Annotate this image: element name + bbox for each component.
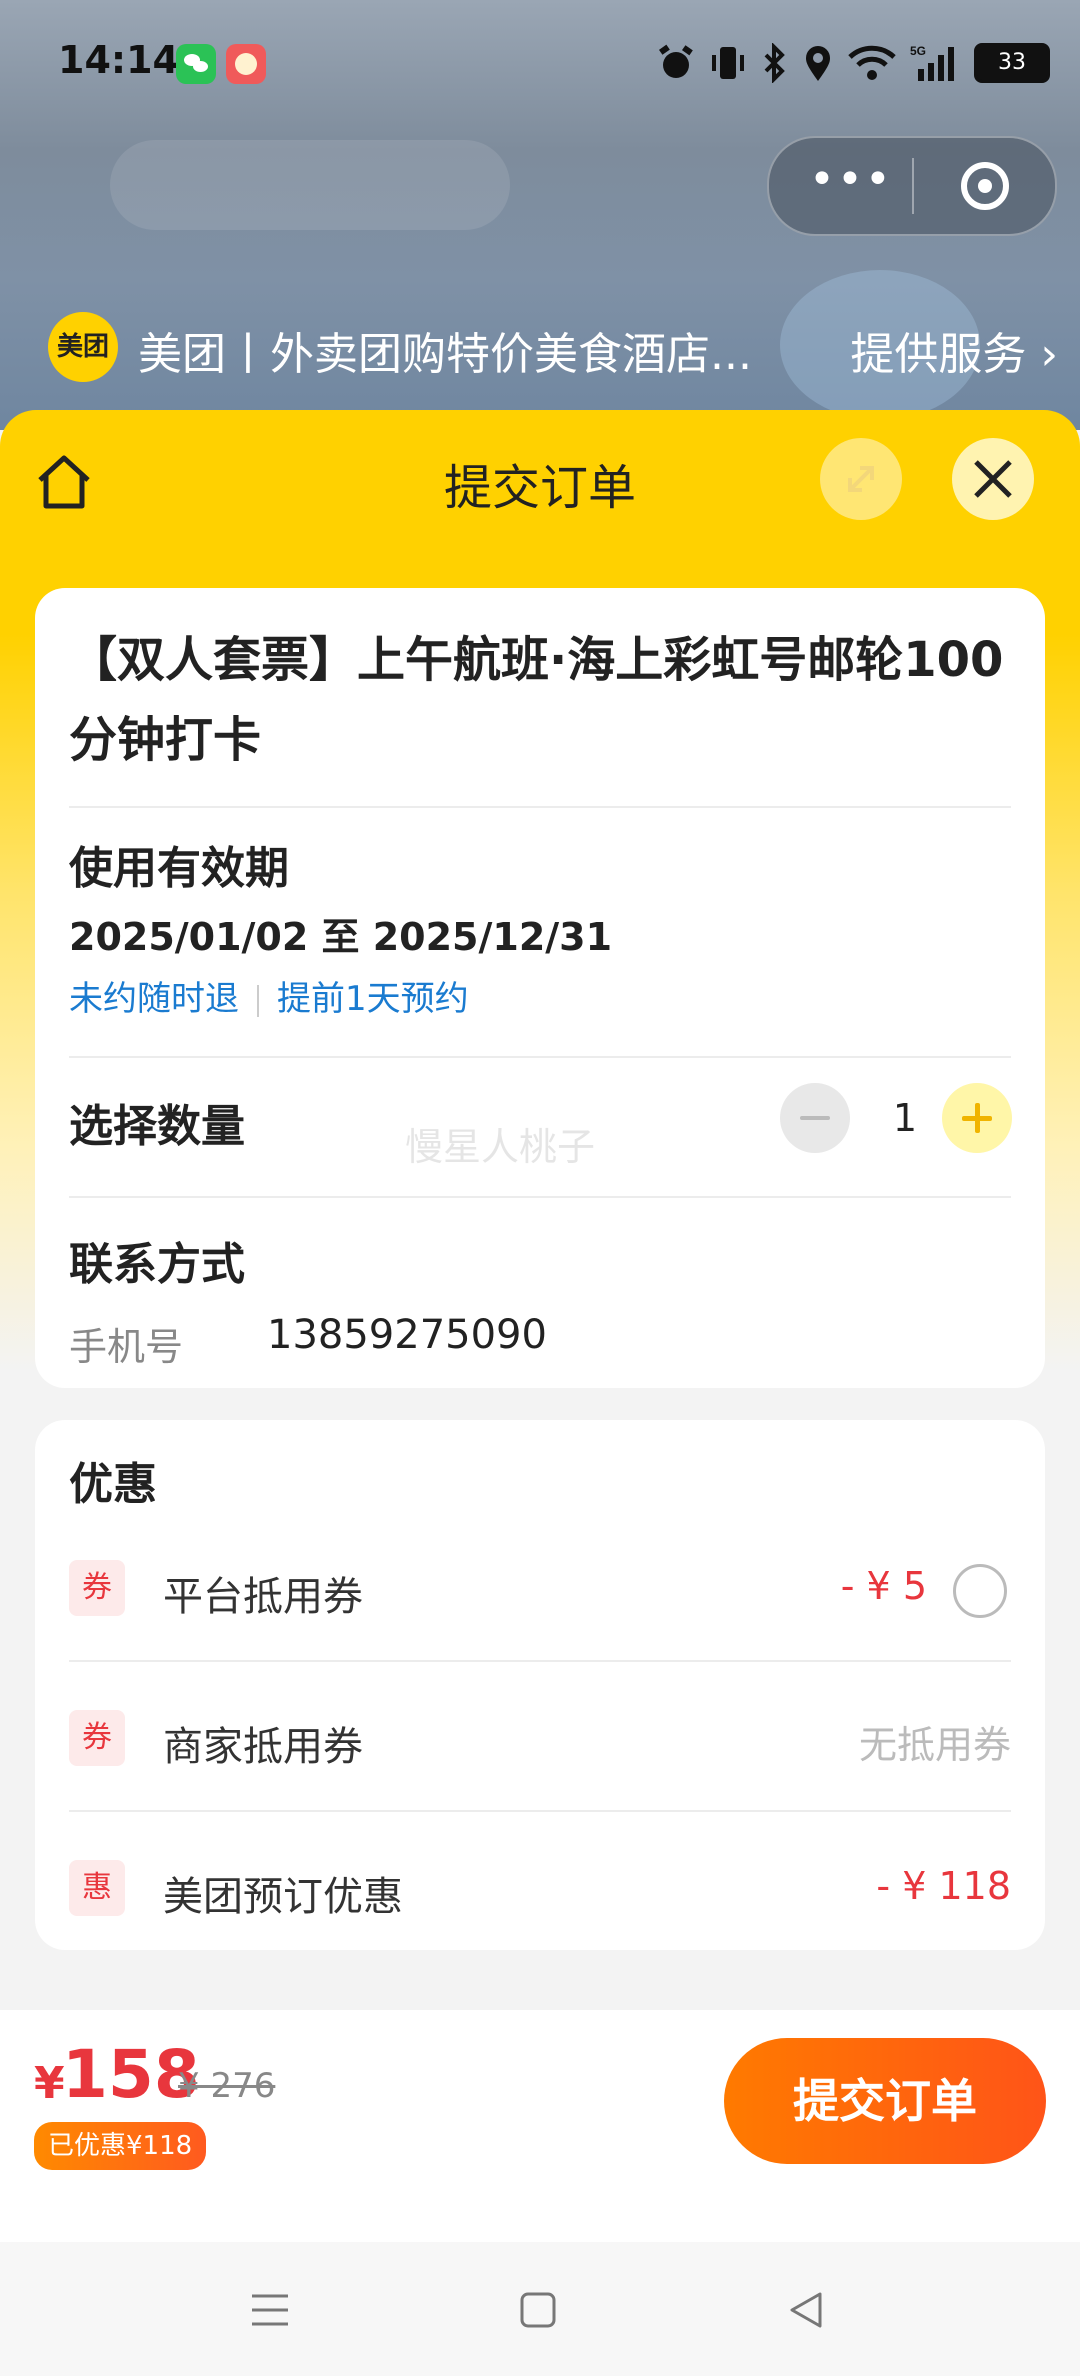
- system-icons: 5G 33: [656, 38, 1050, 88]
- discount-row-booking-offer: 惠 美团预订优惠 - ¥ 118: [35, 1830, 1045, 1930]
- wifi-icon: [848, 45, 896, 80]
- status-bar: 14:14 5G 33: [0, 0, 1080, 130]
- discount-value: 无抵用券: [858, 1723, 1011, 1767]
- discount-value: - ¥ 118: [876, 1864, 1011, 1908]
- tag-reservation: 提前1天预约: [277, 979, 469, 1019]
- validity-label: 使用有效期: [69, 843, 289, 894]
- submit-order-button[interactable]: 提交订单: [724, 2038, 1046, 2164]
- chevron-right-icon: ›: [1040, 329, 1058, 380]
- contact-label: 联系方式: [69, 1239, 245, 1290]
- coupon-icon: 券: [69, 1560, 125, 1616]
- discount-name: 美团预订优惠: [163, 1874, 403, 1920]
- phone-field[interactable]: 13859275090: [267, 1312, 547, 1358]
- coupon-radio[interactable]: [953, 1564, 1007, 1618]
- system-navigation-bar: [0, 2242, 1080, 2376]
- coupon-icon: 券: [69, 1710, 125, 1766]
- divider: [69, 1196, 1011, 1198]
- discount-row-platform-coupon[interactable]: 券 平台抵用券 - ¥ 5: [35, 1530, 1045, 1630]
- alarm-icon: [659, 44, 693, 78]
- divider: [69, 806, 1011, 808]
- close-icon: [974, 460, 1012, 498]
- close-button[interactable]: [952, 438, 1034, 520]
- miniapp-service-row: 美团 美团丨外卖团购特价美食酒店... 提供服务 ›: [48, 312, 1058, 384]
- service-link-label: 提供服务: [850, 329, 1027, 380]
- watermark-text: 慢星人桃子: [405, 1125, 596, 1169]
- discount-row-merchant-coupon[interactable]: 券 商家抵用券 无抵用券: [35, 1680, 1045, 1780]
- discount-value: - ¥ 5: [840, 1564, 927, 1608]
- discounts-card: 优惠 券 平台抵用券 - ¥ 5 券 商家抵用券 无抵用券 惠 美团预订优惠 -…: [35, 1420, 1045, 1950]
- tag-divider: [257, 984, 259, 1017]
- quantity-label: 选择数量: [69, 1101, 245, 1152]
- home-square-icon[interactable]: [514, 2286, 562, 2334]
- discount-name: 平台抵用券: [163, 1574, 363, 1620]
- capsule-divider: [912, 158, 914, 214]
- decrease-quantity-button[interactable]: [780, 1083, 850, 1153]
- divider: [69, 1660, 1011, 1662]
- status-time: 14:14: [58, 38, 179, 82]
- checkout-bar: ¥ 158 ¥ 276 已优惠¥118 提交订单: [0, 2010, 1080, 2242]
- location-icon: [806, 46, 830, 81]
- quantity-value: 1: [892, 1096, 918, 1140]
- page-title: 提交订单: [443, 460, 636, 516]
- back-icon[interactable]: [782, 2286, 830, 2334]
- policy-tags: 未约随时退 提前1天预约: [69, 971, 469, 1020]
- miniapp-capsule: •••: [767, 136, 1057, 236]
- wechat-icon: [176, 44, 216, 84]
- original-price: ¥ 276: [178, 2066, 276, 2106]
- expand-button[interactable]: [820, 438, 902, 520]
- offer-icon: 惠: [69, 1860, 125, 1916]
- increase-quantity-button[interactable]: [942, 1083, 1012, 1153]
- discounts-label: 优惠: [69, 1459, 157, 1510]
- discount-name: 商家抵用券: [163, 1724, 363, 1770]
- order-info-card: 【双人套票】上午航班·海上彩虹号邮轮100分钟打卡 使用有效期 2025/01/…: [35, 588, 1045, 1388]
- blurred-shape: [110, 140, 510, 230]
- svg-text:5G: 5G: [910, 44, 926, 58]
- signal-icon: 5G: [910, 44, 954, 81]
- expand-icon: [848, 466, 874, 492]
- divider: [69, 1056, 1011, 1058]
- tag-refund: 未约随时退: [69, 979, 239, 1019]
- product-title: 【双人套票】上午航班·海上彩虹号邮轮100分钟打卡: [69, 632, 1004, 768]
- price-currency: ¥: [34, 2058, 65, 2109]
- menu-icon[interactable]: [246, 2286, 294, 2334]
- validity-range: 2025/01/02 至 2025/12/31: [69, 915, 613, 959]
- more-options-button[interactable]: •••: [809, 158, 891, 210]
- app-notification-icon: [226, 44, 266, 84]
- exit-miniapp-button[interactable]: [961, 162, 1009, 210]
- saved-badge: 已优惠¥118: [34, 2122, 207, 2170]
- order-sheet: 提交订单 【双人套票】上午航班·海上彩虹号邮轮100分钟打卡 使用有效期 202…: [0, 410, 1080, 2010]
- service-provider-link[interactable]: 提供服务 ›: [850, 318, 1058, 382]
- divider: [69, 1810, 1011, 1812]
- miniapp-title: 美团丨外卖团购特价美食酒店...: [138, 329, 752, 380]
- phone-label: 手机号: [69, 1325, 184, 1369]
- meituan-logo: 美团: [48, 312, 118, 382]
- battery-icon: 33: [974, 43, 1050, 83]
- bluetooth-icon: [764, 43, 785, 83]
- vibrate-icon: [712, 47, 744, 79]
